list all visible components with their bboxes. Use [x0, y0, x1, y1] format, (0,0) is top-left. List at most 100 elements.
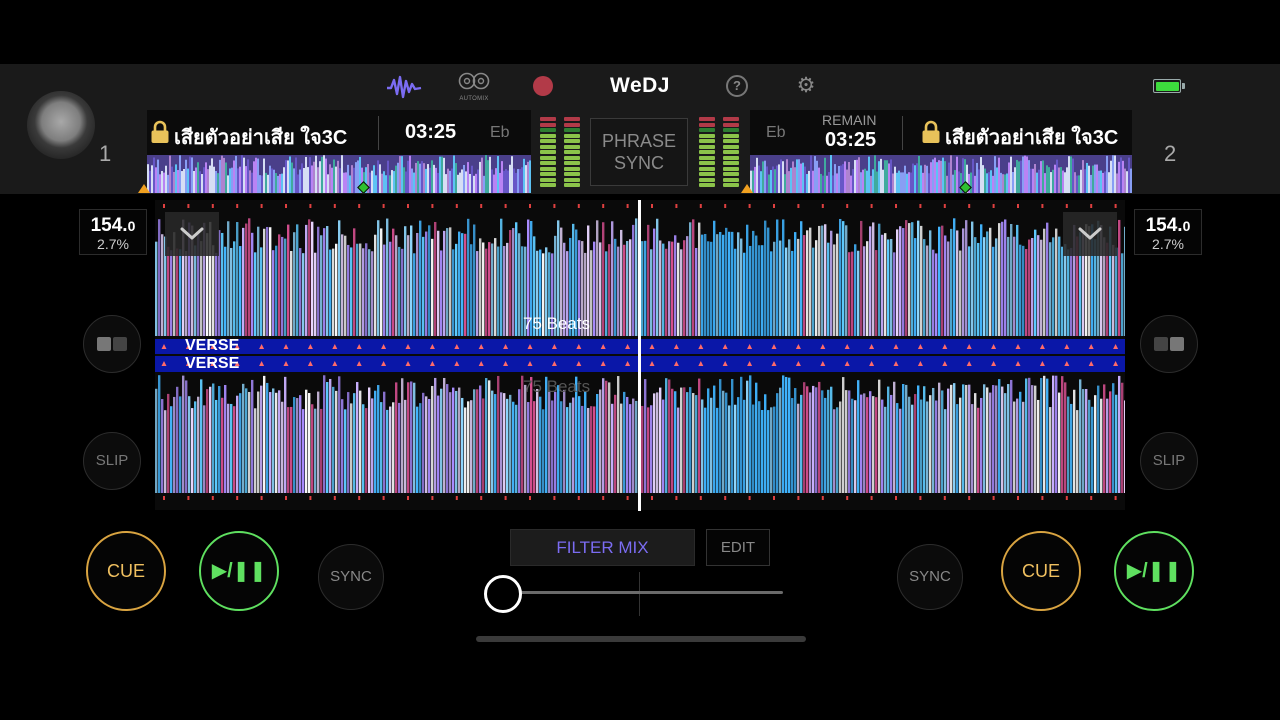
- waveform-bar: [779, 240, 782, 336]
- waveform-bar: [860, 220, 863, 336]
- waveform-bar: [905, 220, 908, 336]
- overview-bar: [888, 163, 890, 193]
- waveform-icon[interactable]: [386, 74, 422, 100]
- waveform-bar: [713, 385, 716, 493]
- deck-1-split-view-button[interactable]: [83, 315, 141, 373]
- deck-1-cue-button[interactable]: CUE: [86, 531, 166, 611]
- waveform-bar: [734, 404, 737, 493]
- waveform-bar: [740, 376, 743, 493]
- overview-bar: [185, 159, 187, 193]
- overview-bar: [265, 172, 267, 193]
- overview-bar: [1014, 167, 1016, 193]
- waveform-bar: [1067, 396, 1070, 493]
- overview-bar: [890, 159, 892, 193]
- overview-bar: [896, 172, 898, 193]
- waveform-bar: [926, 401, 929, 493]
- overview-bar: [395, 165, 397, 193]
- overview-bar: [479, 161, 481, 193]
- deck-2-split-view-button[interactable]: [1140, 315, 1198, 373]
- overview-bar: [1042, 160, 1044, 193]
- waveform-bar: [1043, 375, 1046, 493]
- deck-2-bpm[interactable]: 154.0 2.7%: [1134, 209, 1202, 255]
- waveform-bar: [608, 382, 611, 493]
- waveform-bar: [1028, 377, 1031, 493]
- overview-bar: [213, 166, 215, 193]
- overview-bar: [269, 165, 271, 193]
- deck-1-bpm-int: 154.: [90, 215, 128, 236]
- overview-bar: [1008, 162, 1010, 193]
- deck-2-sync-button[interactable]: SYNC: [897, 544, 963, 610]
- waveform-bar: [323, 375, 326, 493]
- record-button[interactable]: [533, 76, 553, 96]
- overview-bar: [898, 170, 900, 193]
- waveform-bar: [785, 376, 788, 493]
- crossfader-track[interactable]: [503, 591, 783, 594]
- deck-1-overview-waveform[interactable]: [147, 155, 531, 193]
- waveform-bar: [872, 222, 875, 336]
- deck-1-chevron-button[interactable]: [165, 212, 219, 256]
- overview-bar: [982, 165, 984, 193]
- waveform-bar: [791, 398, 794, 493]
- overview-bar: [225, 162, 227, 193]
- waveform-bar: [818, 381, 821, 493]
- gear-icon[interactable]: ⚙: [795, 75, 817, 97]
- waveform-bar: [161, 234, 164, 336]
- overview-bar: [904, 165, 906, 193]
- overview-bar: [1080, 169, 1082, 193]
- crossfader-knob[interactable]: [484, 575, 522, 613]
- waveform-bar: [467, 218, 470, 336]
- waveform-bar: [1064, 244, 1067, 336]
- waveform-bar: [347, 392, 350, 493]
- overview-bar: [237, 168, 239, 193]
- jog-knob[interactable]: [27, 91, 95, 159]
- automix-icon[interactable]: AUTOMIX: [455, 72, 493, 102]
- edit-button[interactable]: EDIT: [706, 529, 770, 566]
- waveform-bar: [920, 399, 923, 493]
- waveform-bar: [932, 387, 935, 493]
- overview-bar: [209, 165, 211, 193]
- deck-1-slip-button[interactable]: SLIP: [83, 432, 141, 490]
- overview-bar: [153, 157, 155, 193]
- waveform-bar: [341, 234, 344, 336]
- overview-bar: [161, 170, 163, 193]
- overview-bar: [842, 164, 844, 193]
- help-icon[interactable]: ?: [726, 75, 748, 97]
- waveform-bar: [335, 243, 338, 336]
- overview-bar: [988, 172, 990, 193]
- deck-1-play-pause-button[interactable]: ▶/❚❚: [199, 531, 279, 611]
- waveform-bar: [812, 385, 815, 493]
- waveform-bar: [1016, 224, 1019, 336]
- deck-1-sync-button[interactable]: SYNC: [318, 544, 384, 610]
- overview-bar: [519, 169, 521, 193]
- waveform-bar: [1094, 395, 1097, 493]
- overview-bar: [930, 162, 932, 193]
- filter-mix-button[interactable]: FILTER MIX: [510, 529, 695, 566]
- waveform-bar: [806, 386, 809, 493]
- deck-2-overview-waveform[interactable]: [750, 155, 1132, 193]
- waveform-bar: [824, 397, 827, 493]
- waveform-bar: [239, 246, 242, 336]
- deck-2-play-pause-button[interactable]: ▶/❚❚: [1114, 531, 1194, 611]
- overview-bar: [1084, 169, 1086, 193]
- overview-bar: [1016, 159, 1018, 193]
- overview-bar: [1074, 172, 1076, 193]
- waveform-bar: [368, 387, 371, 493]
- waveform-bar: [944, 235, 947, 336]
- lock-icon: [922, 120, 940, 143]
- overview-bar: [870, 175, 872, 193]
- deck-2-cue-button[interactable]: CUE: [1001, 531, 1081, 611]
- overview-bar: [469, 173, 471, 193]
- waveform-bar: [422, 392, 425, 493]
- automix-label: AUTOMIX: [459, 96, 489, 102]
- deck-1-bpm[interactable]: 154.0 2.7%: [79, 209, 147, 255]
- waveform-bar: [764, 394, 767, 493]
- overview-bar: [275, 173, 277, 193]
- overview-bar: [1124, 168, 1126, 193]
- waveform-bar: [947, 388, 950, 493]
- phrase-sync-button[interactable]: PHRASE SYNC: [590, 118, 688, 186]
- deck-2-chevron-button[interactable]: [1063, 212, 1117, 256]
- waveform-bar: [179, 396, 182, 493]
- deck-2-slip-button[interactable]: SLIP: [1140, 432, 1198, 490]
- waveform-bar: [1124, 226, 1125, 336]
- waveform-bar: [974, 393, 977, 493]
